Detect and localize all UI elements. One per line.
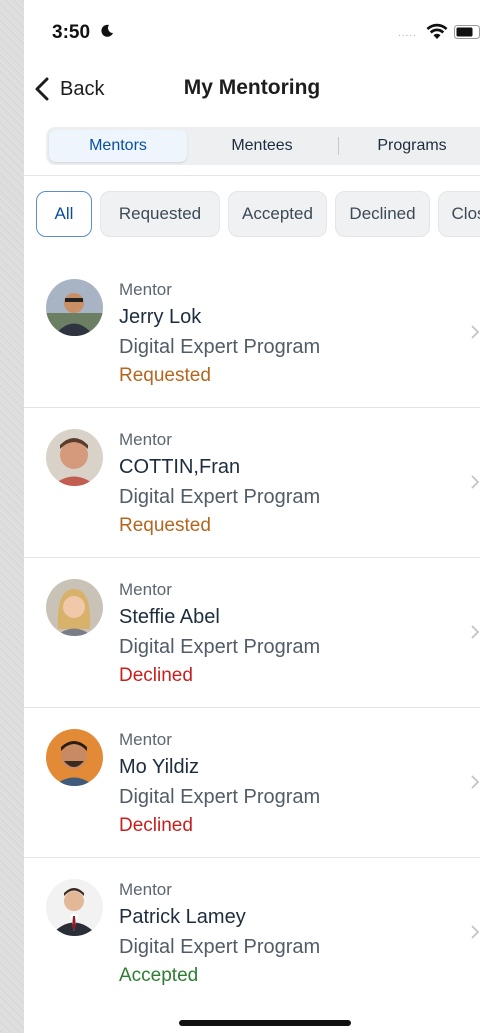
mentor-name: Jerry Lok: [119, 306, 202, 328]
avatar: [46, 579, 103, 636]
chevron-right-icon: [471, 475, 480, 489]
mentor-program: Digital Expert Program: [119, 486, 321, 508]
filter-accepted[interactable]: Accepted: [228, 191, 327, 237]
chevron-right-icon: [471, 325, 480, 339]
list-item[interactable]: Mentor Steffie Abel Digital Expert Progr…: [24, 558, 480, 708]
status-badge: Declined: [119, 665, 193, 686]
avatar: [46, 729, 103, 786]
mentor-list: Mentor Jerry Lok Digital Expert Program …: [24, 258, 480, 1008]
chevron-right-icon: [471, 625, 480, 639]
tab-programs[interactable]: Programs: [342, 130, 480, 162]
mentor-program: Digital Expert Program: [119, 636, 321, 658]
avatar: [46, 279, 103, 336]
home-indicator[interactable]: [179, 1020, 351, 1026]
mentor-name: Mo Yildiz: [119, 756, 200, 778]
battery-icon: [454, 25, 480, 39]
list-item[interactable]: Mentor Mo Yildiz Digital Expert Program …: [24, 708, 480, 858]
mentor-program: Digital Expert Program: [119, 786, 321, 808]
mentor-name: Patrick Lamey: [119, 906, 246, 928]
chevron-right-icon: [471, 775, 480, 789]
signal-indicator: .....: [398, 28, 417, 39]
status-badge: Requested: [119, 365, 211, 386]
navigation-bar: Back My Mentoring: [24, 64, 480, 114]
status-bar: 3:50 .....: [24, 0, 480, 64]
mentor-program: Digital Expert Program: [119, 936, 321, 958]
filter-closed[interactable]: Closed: [438, 191, 480, 237]
mentor-role: Mentor: [119, 430, 172, 449]
mentor-role: Mentor: [119, 730, 172, 749]
status-filter-bar: All Requested Accepted Declined Closed: [36, 191, 480, 239]
status-time: 3:50: [52, 22, 91, 43]
page-title: My Mentoring: [183, 76, 321, 99]
mentor-role: Mentor: [119, 280, 172, 299]
tab-mentors[interactable]: Mentors: [49, 130, 187, 162]
filter-declined[interactable]: Declined: [335, 191, 430, 237]
mentor-name: Steffie Abel: [119, 606, 220, 628]
mentor-name: COTTIN,Fran: [119, 456, 241, 478]
mentor-role: Mentor: [119, 580, 172, 599]
status-badge: Declined: [119, 815, 193, 836]
tab-bar: Mentors Mentees Programs: [46, 127, 480, 165]
list-item[interactable]: Mentor Patrick Lamey Digital Expert Prog…: [24, 858, 480, 1008]
wifi-icon: [426, 23, 448, 39]
list-item[interactable]: Mentor COTTIN,Fran Digital Expert Progra…: [24, 408, 480, 558]
tab-separator: [338, 137, 339, 155]
filter-requested[interactable]: Requested: [100, 191, 220, 237]
filter-all[interactable]: All: [36, 191, 92, 237]
phone-screen: 3:50 ..... Back My Mentoring Mentors Men…: [24, 0, 480, 1033]
status-badge: Accepted: [119, 965, 199, 986]
list-item[interactable]: Mentor Jerry Lok Digital Expert Program …: [24, 258, 480, 408]
moon-icon: [101, 24, 113, 37]
mentor-program: Digital Expert Program: [119, 336, 321, 358]
avatar: [46, 429, 103, 486]
avatar: [46, 879, 103, 936]
divider: [24, 175, 480, 176]
tab-mentees[interactable]: Mentees: [192, 130, 332, 162]
chevron-right-icon: [471, 925, 480, 939]
mentor-role: Mentor: [119, 880, 172, 899]
status-badge: Requested: [119, 515, 211, 536]
background-texture: [0, 0, 24, 1033]
